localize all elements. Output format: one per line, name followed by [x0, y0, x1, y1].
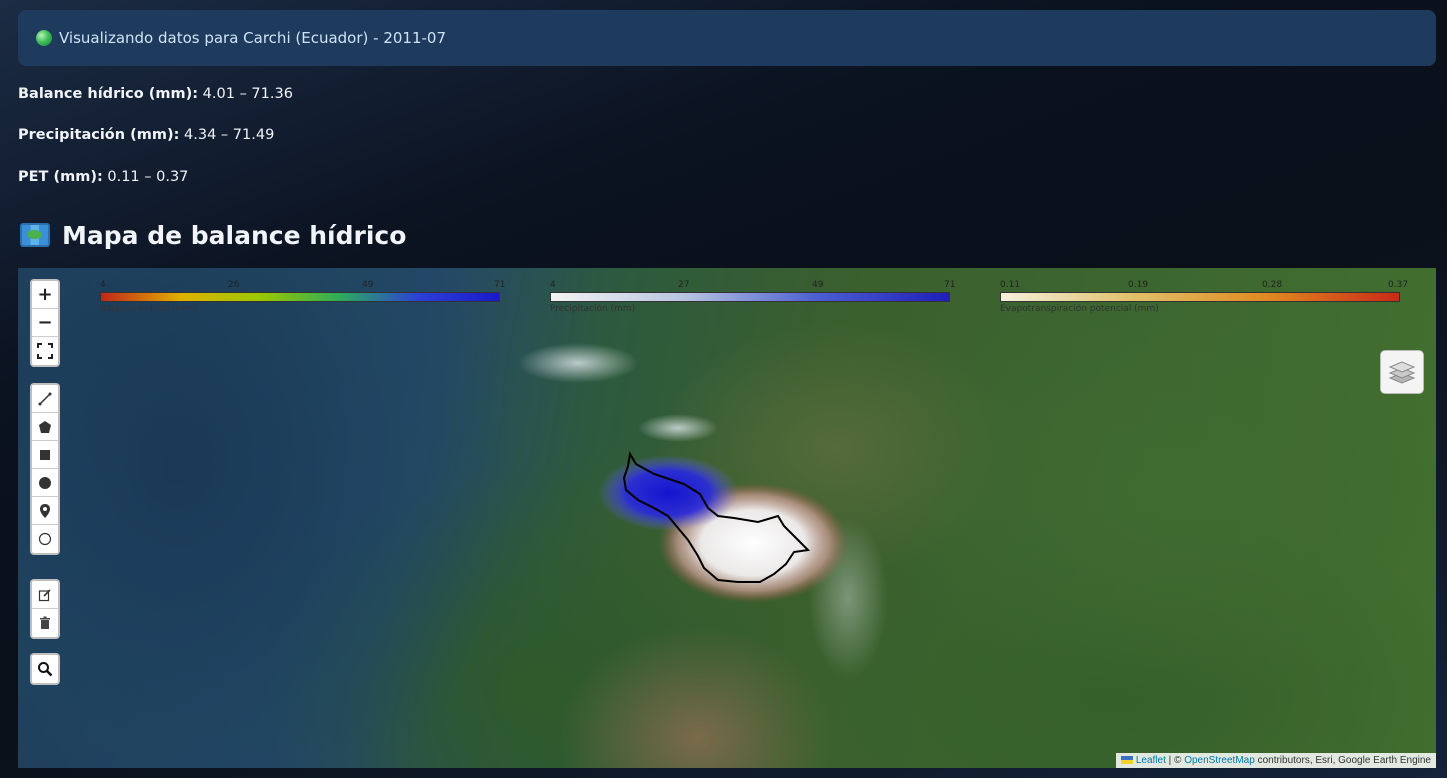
attribution-separator: | ©	[1165, 755, 1185, 766]
legend-tick: 49	[362, 280, 374, 290]
heat-area-blue	[598, 455, 738, 531]
stat-balance: Balance hídrico (mm): 4.01 – 71.36	[18, 86, 293, 102]
legend-precipitation: 4 27 49 71 Precipitación (mm)	[550, 280, 955, 320]
section-title-text: Mapa de balance hídrico	[62, 220, 407, 250]
fullscreen-button[interactable]	[32, 337, 58, 365]
draw-circlemarker-button[interactable]	[32, 525, 58, 553]
zoom-control: + −	[30, 279, 60, 367]
stat-pet: PET (mm): 0.11 – 0.37	[18, 169, 188, 185]
legend-tick: 0.37	[1388, 280, 1409, 290]
map-container[interactable]: 4 26 49 71 Balance hídrico (mm) 4 27 49 …	[18, 268, 1436, 768]
search-control	[30, 653, 60, 685]
layers-icon	[1388, 361, 1416, 384]
map-overlay	[518, 343, 888, 678]
draw-polyline-button[interactable]	[32, 385, 58, 413]
fullscreen-icon	[37, 343, 53, 359]
banner-text: Visualizando datos para Carchi (Ecuador)…	[59, 29, 446, 47]
legend-tick: 4	[100, 280, 106, 290]
draw-polygon-button[interactable]	[32, 413, 58, 441]
legend-tick: 71	[944, 280, 956, 290]
stat-pet-label: PET (mm):	[18, 169, 103, 185]
stat-balance-value: 4.01 – 71.36	[202, 86, 293, 102]
edit-toolbar	[30, 579, 60, 639]
legend-tick: 4	[550, 280, 556, 290]
legend-tick: 27	[678, 280, 690, 290]
layers-control-button[interactable]	[1380, 350, 1424, 394]
draw-circle-button[interactable]	[32, 469, 58, 497]
stat-pet-value: 0.11 – 0.37	[107, 169, 189, 185]
circle-icon	[39, 476, 51, 489]
legend-tick: 49	[812, 280, 824, 290]
legend-tick: 0.11	[1000, 280, 1021, 290]
legend-tick: 26	[228, 280, 240, 290]
zoom-out-button[interactable]: −	[32, 309, 58, 337]
draw-toolbar	[30, 383, 60, 555]
legend-colorbar	[550, 292, 950, 302]
search-icon	[38, 662, 53, 677]
openstreetmap-link[interactable]: OpenStreetMap	[1184, 755, 1255, 766]
stat-balance-label: Balance hídrico (mm):	[18, 86, 199, 102]
delete-icon	[40, 616, 50, 629]
info-banner: Visualizando datos para Carchi (Ecuador)…	[18, 10, 1436, 66]
delete-layers-button[interactable]	[32, 609, 58, 637]
cloud-area	[638, 414, 718, 442]
edit-icon	[38, 588, 51, 601]
zoom-in-button[interactable]: +	[32, 281, 58, 309]
polyline-icon	[38, 392, 52, 405]
leaflet-link[interactable]: Leaflet	[1136, 755, 1166, 766]
legend-colorbar	[1000, 292, 1400, 302]
legend-caption: Precipitación (mm)	[550, 304, 636, 314]
legend-caption: Balance hídrico (mm)	[100, 304, 197, 314]
circlemarker-icon	[38, 532, 52, 546]
polygon-icon	[39, 420, 51, 433]
status-dot-icon	[36, 30, 52, 46]
map-attribution: Leaflet | © OpenStreetMap contributors, …	[1115, 753, 1436, 768]
marker-icon	[40, 503, 50, 518]
stat-precipitation: Precipitación (mm): 4.34 – 71.49	[18, 127, 274, 143]
stat-precipitation-value: 4.34 – 71.49	[184, 127, 275, 143]
section-title: Mapa de balance hídrico	[20, 218, 406, 252]
cloud-area	[518, 343, 638, 383]
attribution-rest: contributors, Esri, Google Earth Engine	[1254, 755, 1431, 766]
search-button[interactable]	[32, 655, 58, 683]
legend-caption: Evapotranspiración potencial (mm)	[1000, 304, 1159, 314]
legend-tick: 0.28	[1262, 280, 1283, 290]
legend-colorbar	[100, 292, 500, 302]
draw-rectangle-button[interactable]	[32, 441, 58, 469]
draw-marker-button[interactable]	[32, 497, 58, 525]
legend-balance: 4 26 49 71 Balance hídrico (mm)	[100, 280, 505, 320]
rectangle-icon	[40, 449, 50, 460]
stat-precipitation-label: Precipitación (mm):	[18, 127, 180, 143]
ukraine-flag-icon	[1120, 756, 1133, 765]
legend-pet: 0.11 0.19 0.28 0.37 Evapotranspiración p…	[1000, 280, 1408, 320]
edit-layers-button[interactable]	[32, 581, 58, 609]
world-map-icon	[20, 223, 50, 247]
legend-tick: 71	[494, 280, 506, 290]
legend-tick: 0.19	[1128, 280, 1149, 290]
